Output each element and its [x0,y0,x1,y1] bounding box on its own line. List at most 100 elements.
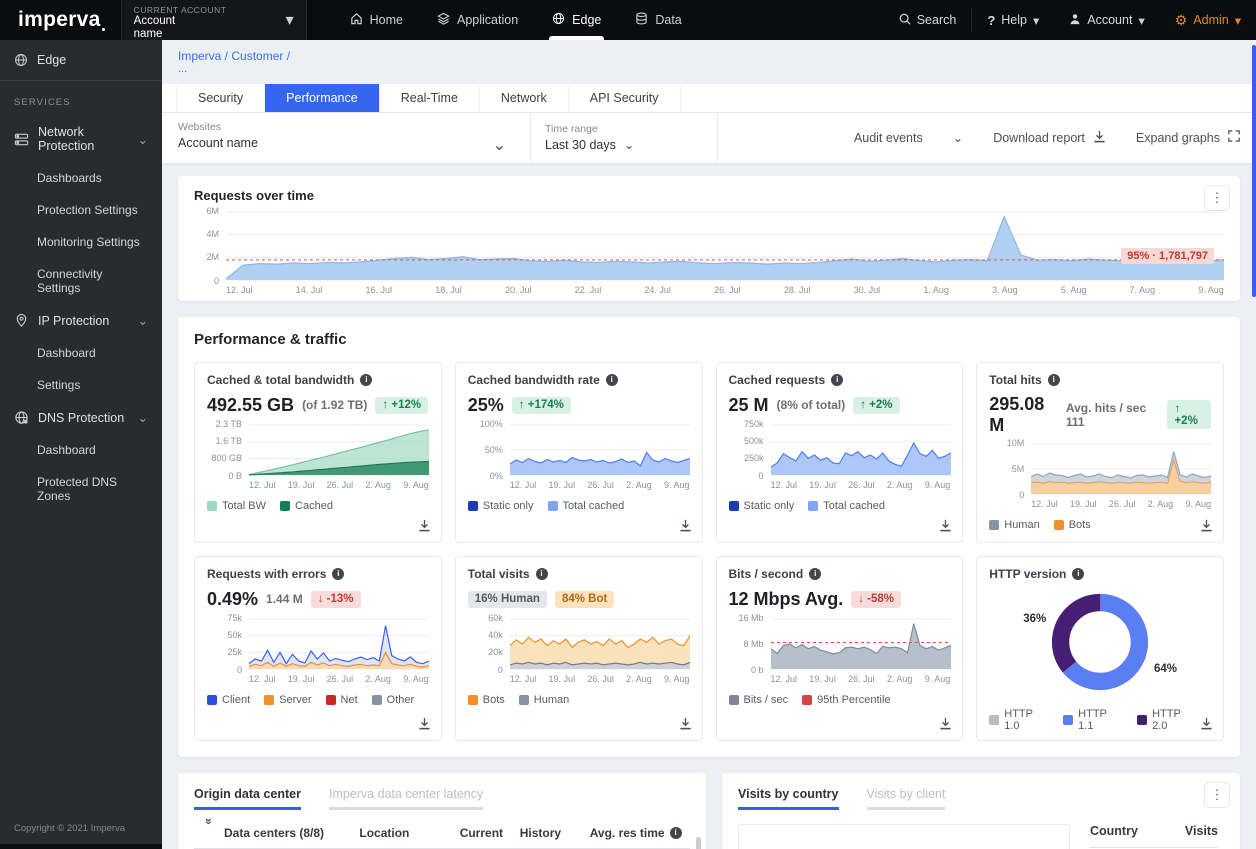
metric-value: 295.08 M [989,393,1045,435]
download-icon[interactable] [1200,717,1213,730]
data-centers-table: » Data centers (8/8) Location Current Hi… [194,818,690,849]
sidebar-item-edge[interactable]: Edge [0,40,162,81]
chart-legend[interactable]: Bits / sec 95th Percentile [728,691,951,709]
kebab-menu-button[interactable]: ⋮ [1204,184,1230,211]
info-icon[interactable]: i [669,826,682,839]
info-icon[interactable]: i [332,567,345,580]
sidebar-item-connectivity-settings[interactable]: Connectivity Settings [0,258,162,304]
metric-value: 0.49% [207,588,259,609]
donut-label-http2: 36% [1023,612,1047,625]
http-version-donut-chart: 36% 64% [989,589,1211,701]
person-icon [1069,13,1081,28]
tab-performance[interactable]: Performance [265,83,380,112]
search-button[interactable]: Search [884,0,972,40]
sidebar-item-ip-dashboard[interactable]: Dashboard [0,337,162,369]
page-scrollbar[interactable] [1252,45,1256,297]
download-icon[interactable] [679,519,692,532]
info-icon[interactable]: i [831,373,844,386]
home-icon [350,12,363,28]
sidebar-item-dns-dashboard[interactable]: Dashboard [0,434,162,466]
download-icon [1093,130,1106,146]
human-share-chip: 16% Human [467,590,547,608]
download-icon[interactable] [1200,519,1213,532]
world-map[interactable] [738,823,1070,849]
download-report-button[interactable]: Download report [993,130,1106,146]
trend-badge: ↑ +2% [1167,400,1211,430]
breadcrumb[interactable]: Imperva / Customer / ... [162,40,1256,79]
nav-item-application[interactable]: Application [420,0,535,40]
kebab-menu-button[interactable]: ⋮ [1204,781,1230,808]
http-version-card: HTTP version i 36% 64% HTTP 1.0 HTTP 1.1 HT… [976,555,1224,741]
expand-graphs-button[interactable]: Expand graphs [1136,130,1240,145]
websites-select[interactable]: Websites Account name ⌄ [178,121,530,155]
admin-menu[interactable]: ⚙ Admin ▾ [1160,0,1256,40]
requests-over-time-card: Requests over time ⋮ 95% · 1,781,797 6M 4… [178,175,1240,301]
help-menu[interactable]: ? Help ▾ [972,0,1054,40]
pin-icon [14,313,29,328]
tab-visits-by-client[interactable]: Visits by client [866,787,946,810]
requests-area-chart: 6M 4M 2M 0 12. Jul 14. Jul 16. Jul 18. Jul 20. J… [206,205,1224,295]
sidebar-item-protection-settings[interactable]: Protection Settings [0,194,162,226]
chart-title: Requests over time [194,187,314,203]
tab-real-time[interactable]: Real-Time [380,83,480,112]
chart-legend[interactable]: Bots Human [467,691,690,709]
topnav-right: Search ? Help ▾ Account ▾ ⚙ Admin ▾ [884,0,1256,40]
tab-security[interactable]: Security [176,83,266,112]
download-icon[interactable] [679,717,692,730]
info-icon[interactable]: i [605,373,618,386]
chart-legend[interactable]: Human Bots [989,516,1211,534]
info-icon[interactable]: i [1072,567,1085,580]
chevron-down-icon: ⌄ [137,314,148,328]
chevron-down-icon: ⌄ [952,131,964,146]
sidebar-item-ip-settings[interactable]: Settings [0,369,162,401]
info-icon[interactable]: i [535,567,548,580]
sidebar-group-ip-protection[interactable]: IP Protection ⌄ [0,304,162,337]
expand-all-icon[interactable]: » [202,818,216,848]
time-range-select[interactable]: Time range Last 30 days ⌄ [545,123,717,152]
globe-icon [14,53,28,67]
sidebar-item-dashboards[interactable]: Dashboards [0,162,162,194]
sidebar-item-monitoring-settings[interactable]: Monitoring Settings [0,226,162,258]
cached-requests-chart: 750k 500k 250k 0 12. Jul 19. Jul 26. Jul 2. Aug… [743,418,951,490]
info-icon[interactable]: i [809,567,822,580]
chart-legend[interactable]: Static only Total cached [728,497,951,515]
account-menu[interactable]: Account ▾ [1054,0,1159,40]
sidebar-group-dns-protection[interactable]: DNS Protection ⌄ [0,401,162,434]
chart-legend[interactable]: HTTP 1.0 HTTP 1.1 HTTP 2.0 [989,708,1211,732]
tab-api-security[interactable]: API Security [569,83,681,112]
tab-network[interactable]: Network [480,83,569,112]
trend-badge: ↑ +174% [511,396,571,414]
tab-imperva-dc-latency[interactable]: Imperva data center latency [328,787,484,810]
bot-share-chip: 84% Bot [554,590,615,608]
primary-nav: Home Application Edge Data [333,0,699,40]
download-icon[interactable] [939,717,952,730]
sidebar-group-network-protection[interactable]: Network Protection ⌄ [0,116,162,162]
info-icon[interactable]: i [1047,373,1060,386]
chart-legend[interactable]: Total BW Cached [207,497,429,515]
metric-value: 25% [467,394,504,415]
bits-per-second-card: Bits / second i 12 Mbps Avg. ↓ -58% 16 Mb… [715,555,964,741]
layers-icon [437,12,450,28]
metric-value: 492.55 GB [207,394,295,415]
search-icon [899,13,911,28]
nav-item-home[interactable]: Home [333,0,420,40]
chart-legend[interactable]: Static only Total cached [467,497,690,515]
nav-item-data[interactable]: Data [618,0,698,40]
copyright: Copyright © 2021 Imperva [14,823,126,834]
chevron-down-icon: ⌄ [492,136,506,154]
download-icon[interactable] [939,519,952,532]
tab-visits-by-country[interactable]: Visits by country [738,787,839,810]
tab-origin-data-center[interactable]: Origin data center [194,787,301,810]
table-scrollbar[interactable] [696,836,701,849]
current-account-selector[interactable]: CURRENT ACCOUNT Account name ▾ [120,0,307,40]
sidebar-item-protected-dns-zones[interactable]: Protected DNS Zones [0,466,162,512]
trend-badge: ↓ -58% [851,590,901,608]
chart-legend[interactable]: Client Server Net Other [207,691,429,709]
audit-events-dropdown[interactable]: Audit events ⌄ [854,130,964,146]
download-icon[interactable] [418,519,431,532]
download-icon[interactable] [418,717,431,730]
metric-sub: Avg. hits / sec 111 [1065,400,1147,429]
cached-total-bandwidth-card: Cached & total bandwidth i 492.55 GB (of … [194,361,442,543]
info-icon[interactable]: i [360,373,373,386]
nav-item-edge[interactable]: Edge [535,0,618,40]
